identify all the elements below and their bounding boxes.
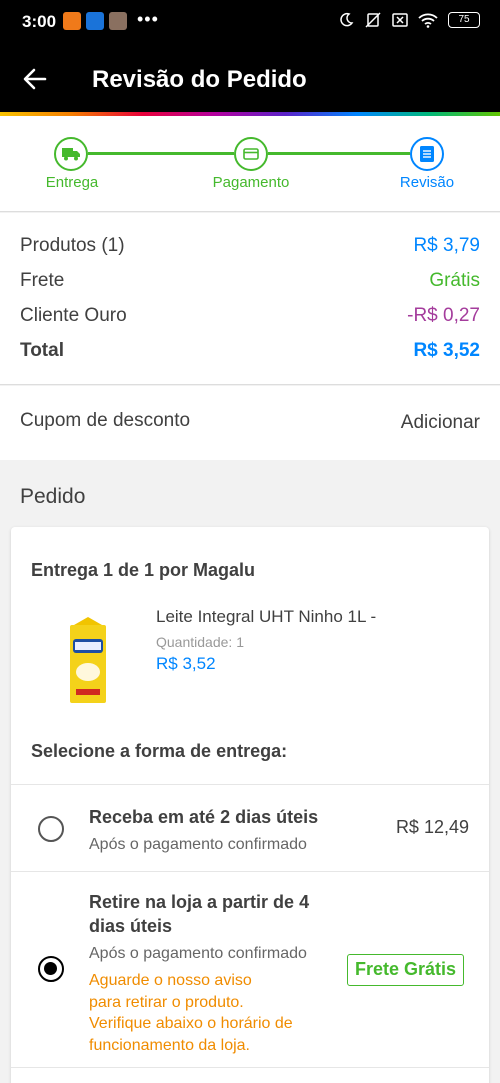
product-price: R$ 3,52 — [156, 654, 216, 673]
summary-value: Grátis — [429, 270, 480, 291]
delivery-option-subtitle: Após o pagamento confirmado — [89, 836, 307, 853]
vibrate-off-icon — [365, 12, 381, 28]
summary-row-cliente-ouro: Cliente Ouro -R$ 0,27 — [20, 305, 480, 327]
step-label-revisao: Revisão — [399, 174, 455, 191]
stepper-line — [88, 152, 234, 155]
product-image — [70, 617, 106, 703]
order-summary: Produtos (1) R$ 3,79 Frete Grátis Client… — [0, 213, 500, 385]
order-card: Entrega 1 de 1 por Magalu Leite Integral… — [11, 527, 489, 1083]
summary-value: -R$ 0,27 — [407, 305, 480, 326]
product-quantity: Quantidade: 1 — [156, 634, 244, 650]
delivery-option-subtitle: Após o pagamento confirmado — [89, 945, 307, 962]
checkout-stepper: Entrega Pagamento Revisão — [0, 116, 500, 212]
wifi-icon — [418, 13, 438, 28]
pickup-warning-line: funcionamento da loja. — [89, 1036, 250, 1054]
summary-value: R$ 3,52 — [413, 340, 480, 361]
summary-label: Produtos (1) — [20, 235, 125, 256]
no-sim-icon — [392, 13, 408, 27]
coupon-row[interactable]: Cupom de desconto Adicionar — [0, 386, 500, 460]
section-title: Pedido — [20, 485, 86, 508]
summary-row-total: Total R$ 3,52 — [20, 340, 480, 362]
profile-app-icon — [109, 12, 127, 30]
pickup-warning-line: Aguarde o nosso aviso — [89, 972, 252, 989]
more-notifications-icon: ••• — [137, 9, 159, 29]
stepper-line — [268, 152, 410, 155]
card-icon — [243, 148, 259, 160]
product-name[interactable]: Leite Integral UHT Ninho 1L - — [156, 607, 376, 627]
page-title: Revisão do Pedido — [92, 66, 307, 93]
delivery-method-label: Selecione a forma de entrega: — [31, 741, 288, 761]
quantity-value: 1 — [236, 634, 244, 650]
delivery-option-price: R$ 12,49 — [395, 817, 469, 837]
pickup-warning: Aguarde o nosso aviso para retirar o pro… — [89, 970, 339, 1056]
quantity-label: Quantidade: — [156, 634, 233, 650]
truck-icon — [62, 148, 80, 161]
summary-label: Frete — [20, 270, 65, 291]
coupon-label: Cupom de desconto — [20, 410, 191, 431]
delivery-option-title-line-2[interactable]: dias úteis — [89, 916, 172, 937]
summary-row-frete: Frete Grátis — [20, 270, 480, 292]
step-entrega[interactable] — [54, 137, 88, 171]
moon-icon — [340, 12, 354, 27]
step-label-pagamento: Pagamento — [212, 174, 290, 191]
summary-label: Cliente Ouro — [20, 305, 127, 326]
summary-value: R$ 3,79 — [413, 235, 480, 256]
status-icons: 75 — [338, 12, 480, 28]
flame-app-icon — [63, 12, 81, 30]
back-arrow-icon[interactable] — [22, 66, 48, 92]
summary-row-produtos: Produtos (1) R$ 3,79 — [20, 235, 480, 257]
pickup-warning-line: para retirar o produto. — [89, 993, 244, 1011]
app-bar: Revisão do Pedido — [0, 44, 500, 112]
add-coupon-button[interactable]: Adicionar — [401, 412, 480, 434]
step-pagamento[interactable] — [234, 137, 268, 171]
step-label-entrega: Entrega — [45, 174, 99, 191]
delivery-option-title[interactable]: Receba em até 2 dias úteis — [89, 807, 318, 828]
delivery-option-radio-2[interactable] — [38, 956, 64, 982]
divider — [11, 1067, 489, 1068]
outlook-app-icon — [86, 12, 104, 30]
battery-icon: 75 — [448, 12, 480, 28]
free-shipping-badge: Frete Grátis — [347, 954, 465, 986]
delivery-option-radio-1[interactable] — [38, 816, 64, 842]
step-revisao[interactable] — [410, 137, 444, 171]
pickup-warning-line: Verifique abaixo o horário de — [89, 1015, 293, 1032]
divider — [11, 784, 489, 785]
divider — [11, 871, 489, 872]
list-icon — [420, 146, 434, 162]
status-bar: 3:00 ••• 75 — [0, 0, 500, 44]
summary-label: Total — [20, 340, 64, 361]
delivery-option-title-line-1[interactable]: Retire na loja a partir de 4 — [89, 892, 309, 913]
status-time: 3:00 — [22, 12, 57, 31]
delivery-heading: Entrega 1 de 1 por Magalu — [31, 560, 256, 580]
